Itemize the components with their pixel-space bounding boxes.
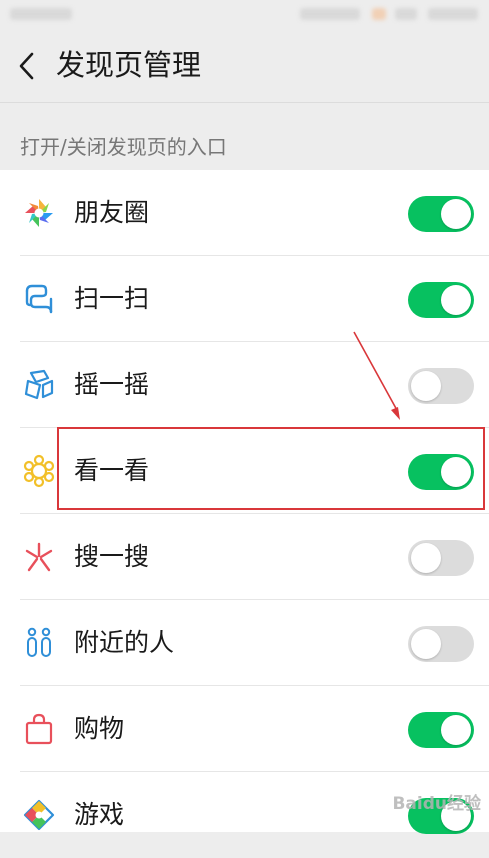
item-label: 扫一扫 [74, 284, 150, 313]
toggle-knob [411, 371, 441, 401]
item-label: 游戏 [74, 800, 125, 829]
item-label: 购物 [74, 714, 125, 743]
list-item-scan: 扫一扫 [0, 256, 489, 342]
item-label: 朋友圈 [74, 198, 150, 227]
scan-toggle[interactable] [408, 282, 474, 318]
search-toggle[interactable] [408, 540, 474, 576]
moments-toggle[interactable] [408, 196, 474, 232]
nav-bar: 发现页管理 [0, 28, 489, 103]
item-label: 看一看 [74, 456, 150, 485]
list-item-people-nearby: 附近的人 [0, 600, 489, 686]
list-item-shopping: 购物 [0, 686, 489, 772]
toggle-knob [441, 199, 471, 229]
search-burst-icon [25, 542, 53, 572]
toggle-knob [441, 715, 471, 745]
moments-aperture-icon [24, 198, 54, 228]
discover-entries-list: 朋友圈 扫一扫 摇一摇 看一看 搜一搜 附近的人 购物 游戏 [0, 170, 489, 834]
list-item-search: 搜一搜 [0, 514, 489, 600]
chevron-left-icon [19, 52, 34, 80]
item-label: 摇一摇 [74, 370, 150, 399]
top-stories-icon [23, 454, 55, 488]
toggle-knob [411, 629, 441, 659]
shake-toggle[interactable] [408, 368, 474, 404]
page-title: 发现页管理 [56, 48, 202, 82]
item-label: 附近的人 [74, 628, 175, 657]
toggle-knob [411, 543, 441, 573]
list-item-moments: 朋友圈 [0, 170, 489, 256]
people-nearby-icon [27, 627, 51, 657]
section-header: 打开/关闭发现页的入口 [20, 135, 227, 159]
back-button[interactable] [12, 46, 42, 86]
scan-icon [25, 284, 53, 314]
watermark: Baidu经验 [392, 794, 481, 814]
item-label: 搜一搜 [74, 542, 150, 571]
list-item-shake: 摇一摇 [0, 342, 489, 428]
list-item-top-stories: 看一看 [0, 428, 489, 514]
toggle-knob [441, 285, 471, 315]
list-item-games: 游戏 [0, 772, 489, 858]
people-nearby-toggle[interactable] [408, 626, 474, 662]
toggle-knob [441, 457, 471, 487]
status-bar [0, 0, 489, 28]
shopping-toggle[interactable] [408, 712, 474, 748]
game-icon [23, 799, 55, 831]
shake-icon [24, 369, 54, 400]
top-stories-toggle[interactable] [408, 454, 474, 490]
shopping-bag-icon [25, 713, 53, 745]
